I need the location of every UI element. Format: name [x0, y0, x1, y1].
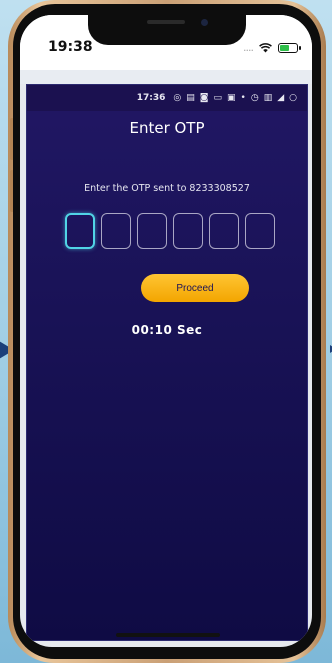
dot-icon: • — [240, 93, 246, 103]
ios-time: 19:38 — [48, 39, 93, 55]
otp-digit-4[interactable] — [173, 213, 203, 249]
sms-icon: ▭ — [213, 93, 223, 103]
otp-input-row — [65, 213, 275, 249]
speaker — [147, 20, 185, 24]
loading-icon: ○ — [289, 93, 297, 103]
camera-icon — [201, 19, 208, 26]
otp-timer: 00:10 Sec — [131, 323, 203, 337]
notch — [88, 15, 246, 45]
ios-status-icons: .... — [243, 41, 301, 54]
otp-digit-6[interactable] — [245, 213, 275, 249]
phone-screen: 19:38 .... 17:36 ◎ ▤ ◙ ▭ ▣ • ◷ ▥ ◢ ○ Ent… — [20, 15, 312, 647]
ios-status-bar: 19:38 .... — [20, 15, 312, 70]
proceed-button[interactable]: Proceed — [141, 274, 249, 302]
otp-digit-1[interactable] — [65, 213, 95, 249]
instagram-icon: ◙ — [199, 93, 209, 103]
android-time: 17:36 — [136, 93, 166, 103]
network-icon: ▥ — [263, 93, 273, 103]
signal-icon: ◢ — [277, 93, 285, 103]
otp-instruction: Enter the OTP sent to 8233308527 — [84, 183, 250, 194]
whatsapp-icon: ◎ — [173, 93, 182, 103]
page-title: Enter OTP — [129, 119, 205, 137]
otp-screen: 17:36 ◎ ▤ ◙ ▭ ▣ • ◷ ▥ ◢ ○ Enter OTP Ente… — [26, 84, 308, 641]
wifi-icon — [259, 42, 272, 52]
message-icon: ▤ — [186, 93, 195, 103]
dots-icon: .... — [243, 41, 254, 54]
battery-icon — [278, 42, 301, 53]
otp-digit-5[interactable] — [209, 213, 239, 249]
app-icon: ▣ — [227, 93, 236, 103]
android-status-bar: 17:36 ◎ ▤ ◙ ▭ ▣ • ◷ ▥ ◢ ○ — [27, 85, 307, 111]
screen-gap — [20, 70, 312, 84]
otp-digit-2[interactable] — [101, 213, 131, 249]
home-indicator[interactable] — [116, 633, 220, 637]
otp-digit-3[interactable] — [137, 213, 167, 249]
alarm-icon: ◷ — [250, 93, 259, 103]
